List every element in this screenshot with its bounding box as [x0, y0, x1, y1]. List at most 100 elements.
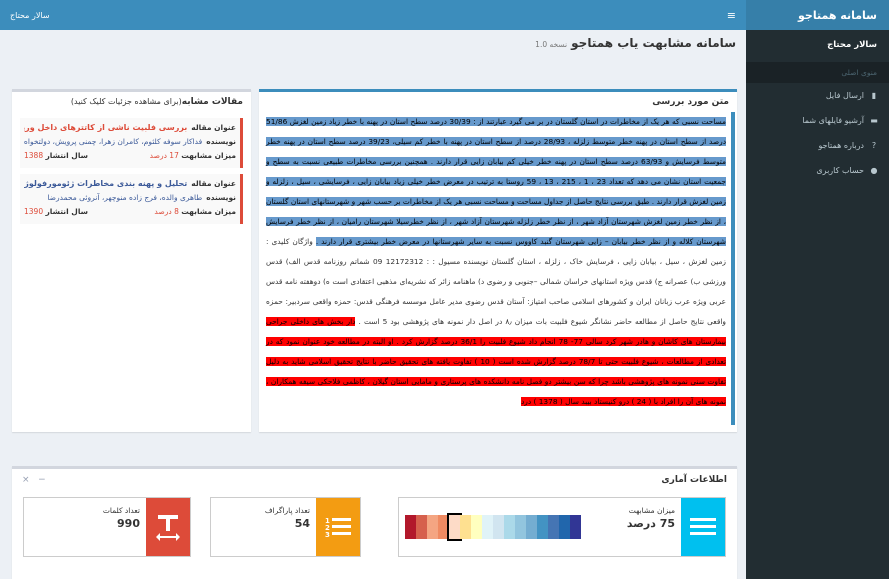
sidebar: سامانه همتاجو سالار محتاج منوی اصلی ▮ ار… [746, 0, 889, 579]
color-scale-swatch [405, 515, 416, 539]
color-scale-swatch [559, 515, 570, 539]
article-similarity: میزان مشابهت 8 درصد [154, 205, 236, 219]
words-count: 990 [117, 517, 140, 530]
sidebar-item-account[interactable]: ● حساب کاربری [746, 158, 889, 183]
user-icon: ● [870, 166, 878, 175]
sidebar-item-about[interactable]: ? درباره همتاجو [746, 133, 889, 158]
similarity-label: میزان مشابهت [628, 506, 675, 515]
article-title-row: عنوان مقاله بررسی فلبیت ناشی از کاتترهای… [24, 121, 236, 135]
lines-icon [681, 498, 725, 556]
text-review-title: متن مورد بررسی [652, 97, 729, 107]
color-scale-swatch [482, 515, 493, 539]
color-scale-swatch [504, 515, 515, 539]
color-scale-swatch [537, 515, 548, 539]
menu-header: منوی اصلی [746, 62, 889, 83]
similar-articles-panel: مقالات مشابه(برای مشاهده جزئیات کلیک کنی… [12, 89, 251, 432]
sidebar-item-label: ارسال فایل [825, 91, 864, 100]
similarity-info-text: میزان مشابهت 75 درصد [587, 498, 681, 556]
file-icon: ▮ [871, 91, 877, 100]
sidebar-item-archive[interactable]: ▬ آرشیو فایلهای شما [746, 108, 889, 133]
text-segment: واژگان کلیدی : زمین لغزش ، سیل ، بیابان … [266, 237, 726, 326]
page-version: نسخه 1.0 [535, 40, 568, 49]
numbered-list-icon: 123 [316, 498, 360, 556]
article-authors: فداکار سوفه کلثوم، کامران زهرا، چمنی پرو… [24, 137, 203, 146]
article-similarity: میزان مشابهت 17 درصد [150, 149, 236, 163]
color-scale-swatch [515, 515, 526, 539]
statistics-title: اطلاعات آماری [661, 475, 727, 485]
paragraphs-info-box: 123 تعداد پاراگراف 54 [210, 497, 361, 557]
collapse-icon[interactable]: − [38, 475, 46, 485]
color-scale-swatch [548, 515, 559, 539]
reviewed-text[interactable]: مساحت نسبی که هر یک از مخاطرات در استان … [261, 112, 735, 425]
year-value: 1388 [24, 151, 44, 160]
top-navbar: سالار محتاج ≡ [0, 0, 746, 30]
article-card[interactable]: عنوان مقاله بررسی فلبیت ناشی از کاتترهای… [20, 118, 243, 168]
app-logo[interactable]: سامانه همتاجو [746, 0, 889, 30]
words-info-text: تعداد کلمات 990 [24, 498, 146, 556]
year-value: 1390 [24, 207, 44, 216]
article-title[interactable]: بررسی فلبیت ناشی از کاتترهای داخل وریدها… [24, 121, 187, 135]
sidebar-user-name: سالار محتاج [827, 40, 877, 50]
article-title-label: عنوان مقاله [191, 179, 236, 188]
article-authors-label: نویسنده [206, 137, 236, 146]
year-label: سال انتشار [45, 207, 89, 216]
words-info-box: تعداد کلمات 990 [23, 497, 191, 557]
similar-articles-title: مقالات مشابه(برای مشاهده جزئیات کلیک کنی… [12, 92, 251, 112]
color-scale-swatch [471, 515, 482, 539]
navbar-user-name[interactable]: سالار محتاج [10, 11, 50, 20]
svg-text:3: 3 [325, 531, 330, 539]
content-header: سامانه مشابهت یاب همتاجو نسخه 1.0 [535, 36, 736, 50]
article-year: سال انتشار 1388 [24, 149, 88, 163]
color-scale-swatch [526, 515, 537, 539]
similarity-info-box: میزان مشابهت 75 درصد [398, 497, 726, 557]
user-panel: سالار محتاج [746, 30, 889, 56]
paragraphs-count: 54 [294, 517, 310, 530]
sidebar-item-label: حساب کاربری [816, 166, 864, 175]
color-scale-swatch [460, 515, 471, 539]
question-icon: ? [871, 141, 877, 150]
color-scale-swatch [493, 515, 504, 539]
article-authors: طاهری والده، فرج زاده منوچهر، آنروئی محم… [47, 193, 203, 202]
color-scale-swatch [570, 515, 581, 539]
similarity-value: 8 درصد [154, 207, 179, 216]
article-title-row: عنوان مقاله تحلیل و پهنه بندی مخاطرات ژئ… [24, 177, 236, 191]
article-title-label: عنوان مقاله [191, 123, 236, 132]
similarity-value: 17 درصد [149, 151, 179, 160]
words-label: تعداد کلمات [102, 506, 140, 515]
sidebar-toggle-icon[interactable]: ≡ [727, 9, 736, 22]
close-icon[interactable]: × [22, 475, 30, 485]
year-label: سال انتشار [45, 151, 89, 160]
text-review-panel: متن مورد بررسی مساحت نسبی که هر یک از مخ… [259, 89, 737, 432]
page-title: سامانه مشابهت یاب همتاجو [571, 36, 736, 50]
highlight-similar-segment[interactable]: مساحت نسبی که هر یک از مخاطرات در استان … [266, 117, 727, 246]
box-tools: × − [22, 475, 46, 485]
article-meta-row: میزان مشابهت 8 درصد سال انتشار 1390 [24, 205, 236, 219]
article-authors-label: نویسنده [206, 193, 236, 202]
similarity-label: میزان مشابهت [181, 207, 236, 216]
color-scale-swatch [416, 515, 427, 539]
article-meta-row: میزان مشابهت 17 درصد سال انتشار 1388 [24, 149, 236, 163]
color-scale-swatch [427, 515, 438, 539]
article-authors-row: نویسنده فداکار سوفه کلثوم، کامران زهرا، … [24, 135, 236, 149]
article-card[interactable]: عنوان مقاله تحلیل و پهنه بندی مخاطرات ژئ… [20, 174, 243, 224]
article-year: سال انتشار 1390 [24, 205, 88, 219]
color-scale-swatch-selected [447, 513, 462, 541]
text-size-icon [146, 498, 190, 556]
highlight-similar-segment[interactable]: دار بخش های داخلی جراحی بیمارستان های کا… [266, 317, 727, 406]
statistics-header: × − اطلاعات آماری [12, 469, 737, 491]
article-authors-row: نویسنده طاهری والده، فرج زاده منوچهر، آن… [24, 191, 236, 205]
similar-articles-heading: مقالات مشابه [181, 97, 243, 107]
paragraphs-label: تعداد پاراگراف [264, 506, 310, 515]
archive-icon: ▬ [870, 116, 878, 125]
color-scale-swatch [438, 515, 449, 539]
similarity-percent: 75 درصد [626, 517, 675, 530]
similarity-label: میزان مشابهت [181, 151, 236, 160]
article-title[interactable]: تحلیل و پهنه بندی مخاطرات ژئومورفولوژیک … [24, 177, 187, 191]
paragraphs-info-text: تعداد پاراگراف 54 [211, 498, 316, 556]
sidebar-item-label: درباره همتاجو [818, 141, 864, 150]
sidebar-item-upload[interactable]: ▮ ارسال فایل [746, 83, 889, 108]
similar-articles-hint: (برای مشاهده جزئیات کلیک کنید) [70, 97, 182, 106]
similarity-color-scale [399, 498, 587, 556]
sidebar-item-label: آرشیو فایلهای شما [802, 116, 864, 125]
statistics-panel: × − اطلاعات آماری میزان مشابهت 75 درصد 1… [12, 466, 737, 579]
